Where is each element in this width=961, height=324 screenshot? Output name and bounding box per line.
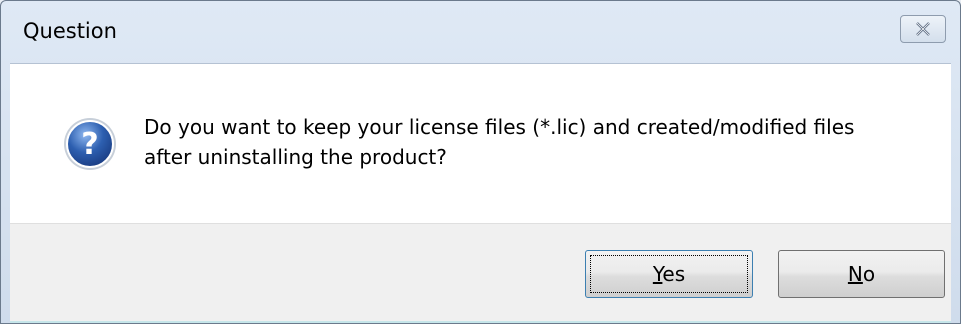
no-label-rest: o <box>862 262 876 286</box>
focus-rectangle <box>590 255 748 293</box>
message-text: Do you want to keep your license files (… <box>144 112 924 172</box>
message-line-2: after uninstalling the product? <box>144 145 447 169</box>
dialog-window: Question ? Do you want to keep your lice… <box>0 0 961 324</box>
message-line-1: Do you want to keep your license files (… <box>144 115 855 139</box>
question-icon: ? <box>64 118 116 170</box>
close-icon <box>916 22 930 36</box>
svg-text:?: ? <box>81 127 98 162</box>
message-area: ? Do you want to keep your license files… <box>10 63 951 224</box>
yes-button[interactable]: Yes <box>585 250 753 298</box>
window-title: Question <box>23 19 117 43</box>
title-bar[interactable]: Question <box>1 1 960 63</box>
button-bar: Yes No <box>10 223 951 322</box>
no-button[interactable]: No <box>778 250 945 298</box>
no-accelerator: N <box>847 262 863 286</box>
close-button[interactable] <box>900 15 946 43</box>
